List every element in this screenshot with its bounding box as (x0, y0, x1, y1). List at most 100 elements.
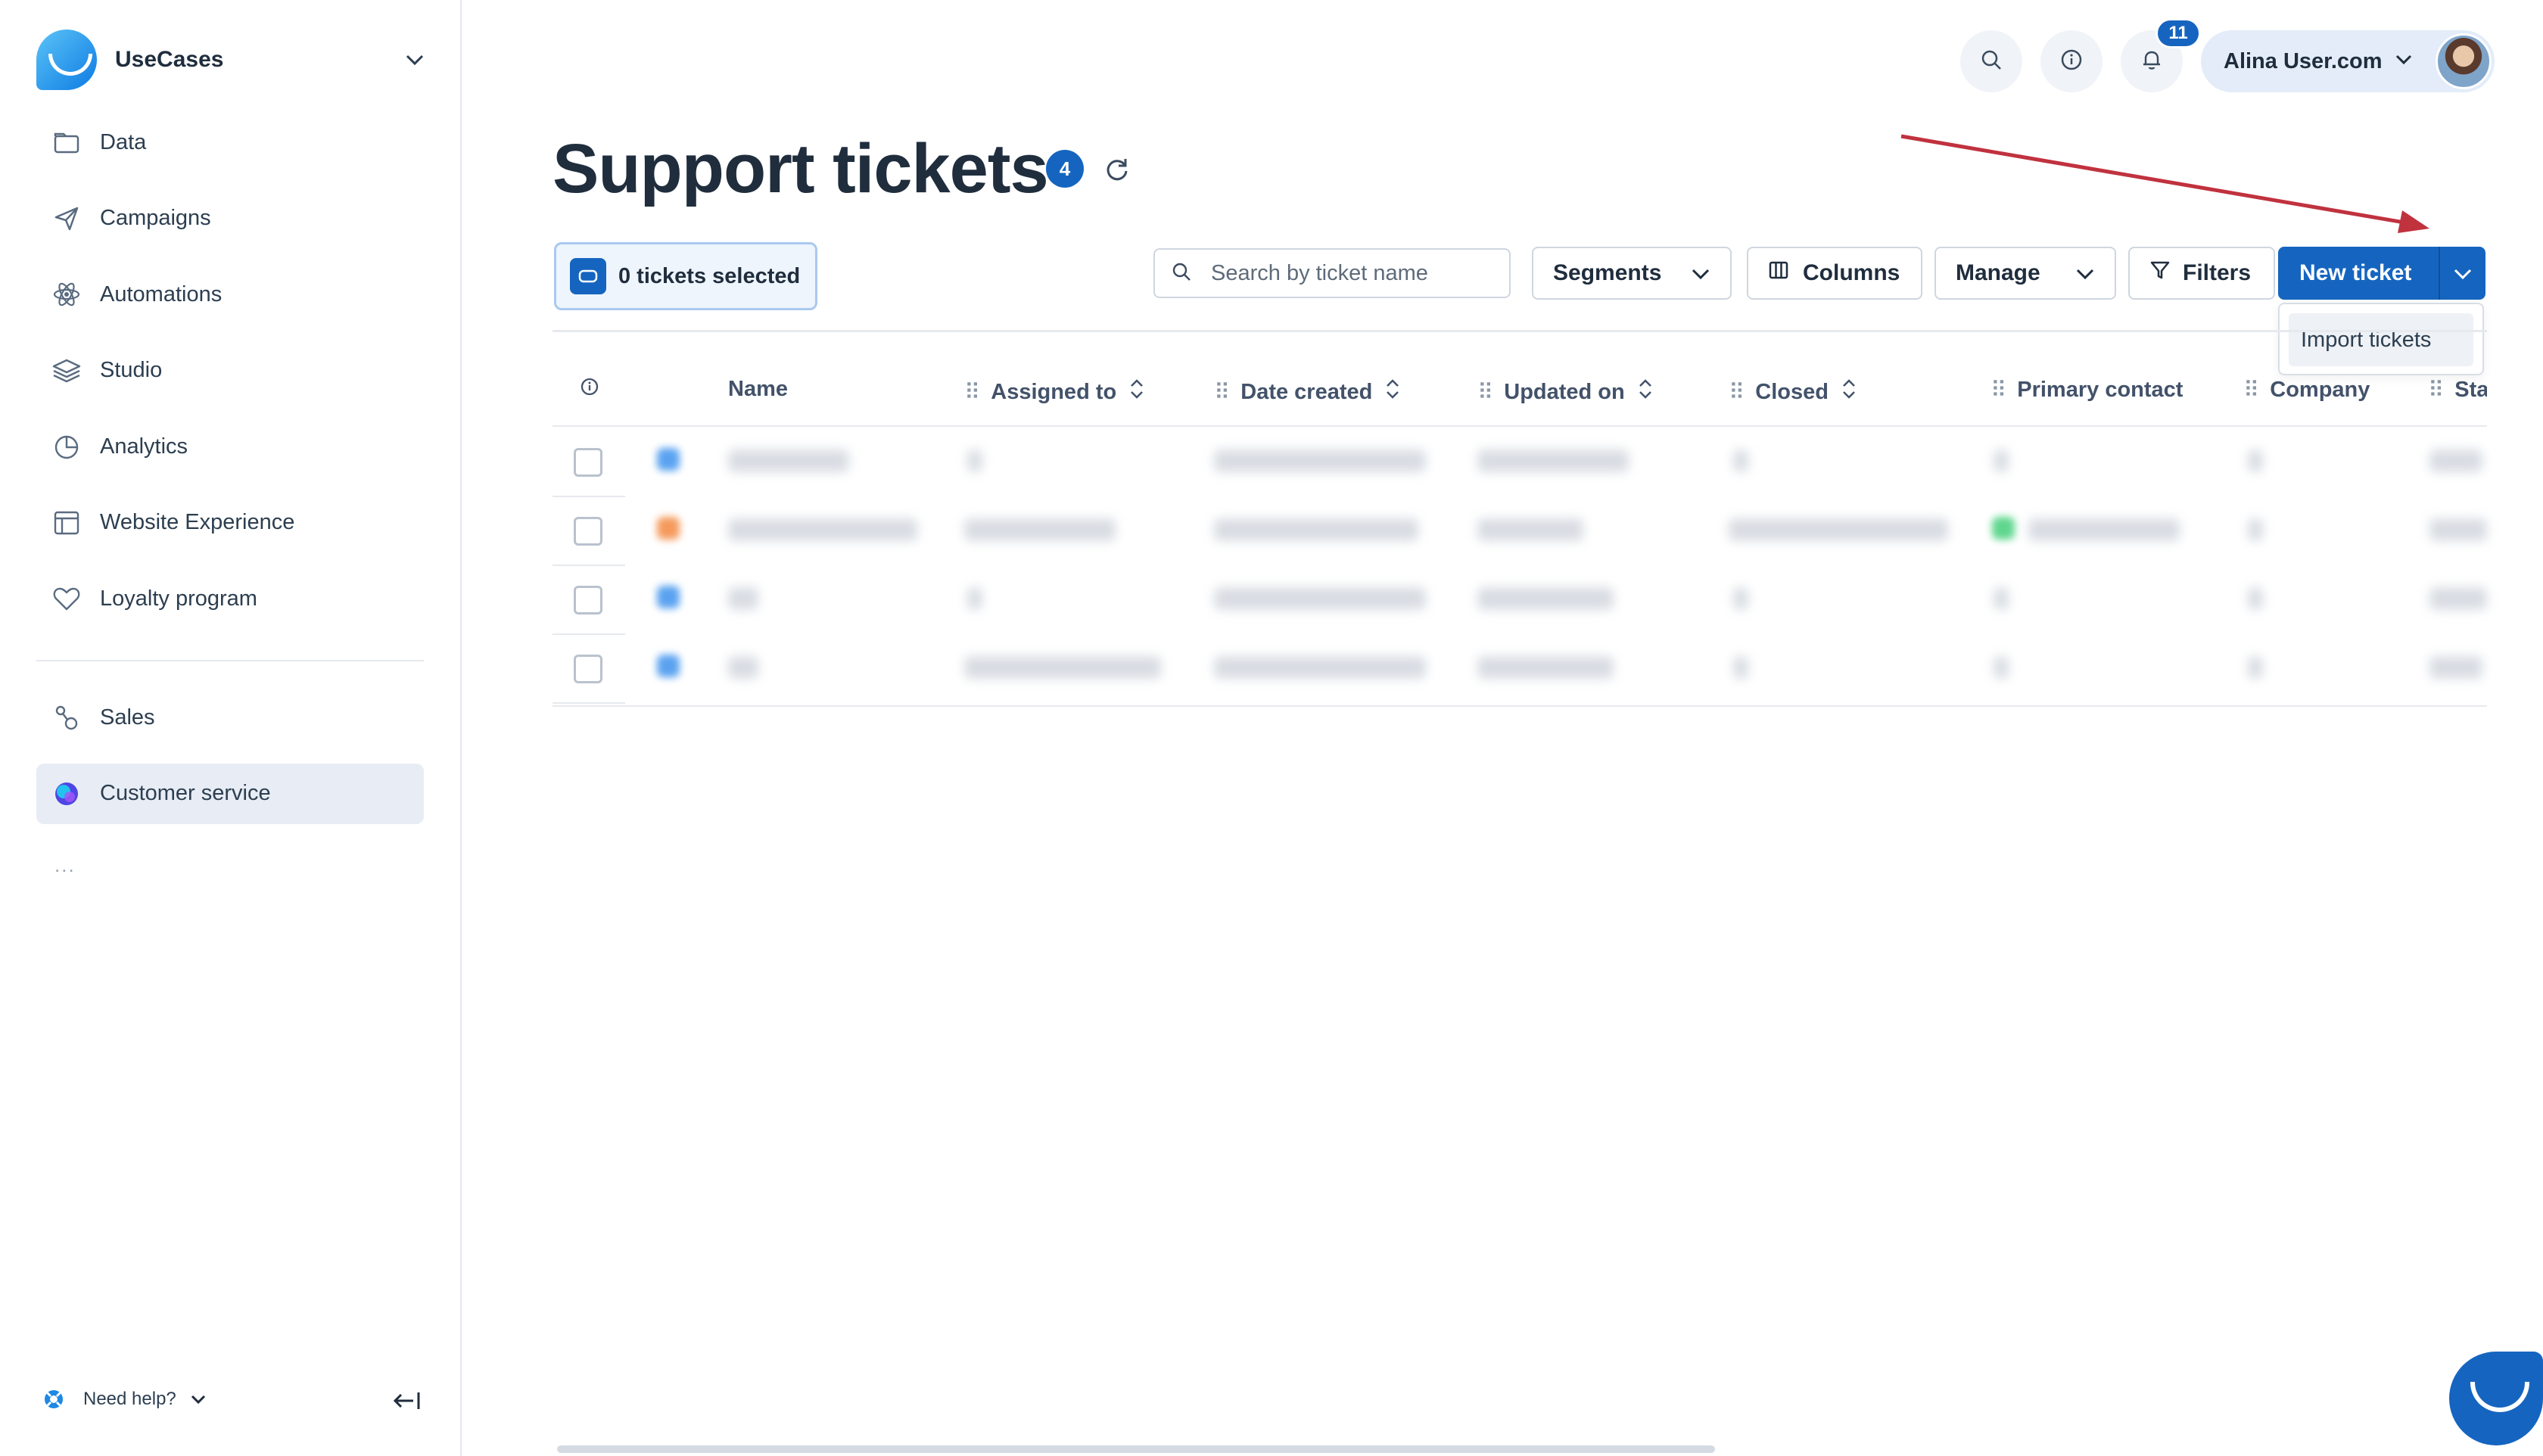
blurred-cell (2429, 518, 2487, 541)
blurred-cell (2248, 656, 2263, 679)
sidebar-item-customer-service[interactable]: Customer service (36, 763, 424, 824)
chevron-down-icon[interactable] (400, 45, 430, 75)
column-header-updated-on[interactable]: ⠿ Updated on (1477, 377, 1654, 407)
drag-handle-icon[interactable]: ⠿ (1214, 379, 1230, 406)
more-menu[interactable]: ... (54, 854, 76, 877)
sidebar: UseCases Data Campaigns Automations Stud… (0, 0, 462, 1456)
sidebar-item-label: Sales (100, 705, 155, 730)
chat-widget-button[interactable] (2449, 1352, 2543, 1445)
column-header-date-created[interactable]: ⠿ Date created (1214, 377, 1401, 407)
column-header-label: Primary contact (2017, 378, 2183, 402)
chevron-down-icon (2395, 54, 2413, 70)
drag-handle-icon[interactable]: ⠿ (1991, 377, 2006, 403)
column-header-company[interactable]: ⠿ Company (2243, 377, 2370, 403)
row-checkbox[interactable] (574, 448, 602, 477)
ticket-type-icon (657, 448, 680, 471)
blurred-cell (2429, 587, 2487, 610)
ticket-type-icon (657, 517, 680, 540)
segments-dropdown[interactable]: Segments (1532, 247, 1732, 300)
sidebar-item-studio[interactable]: Studio (36, 341, 424, 401)
column-header-assigned-to[interactable]: ⠿ Assigned to (964, 377, 1145, 407)
column-header-label: Sta (2454, 378, 2487, 402)
blurred-cell (728, 518, 917, 541)
column-settings-icon[interactable] (580, 377, 599, 397)
sidebar-item-label: Campaigns (100, 206, 211, 230)
table-row[interactable] (552, 566, 2487, 635)
chevron-down-icon (1691, 260, 1710, 286)
blurred-cell (2248, 450, 2263, 472)
table-row[interactable] (552, 635, 2487, 704)
column-header-name[interactable]: Name (728, 377, 788, 402)
sidebar-item-data[interactable]: Data (36, 112, 424, 173)
sidebar-item-automations[interactable]: Automations (36, 264, 424, 325)
sidebar-item-loyalty-program[interactable]: Loyalty program (36, 568, 424, 629)
sort-icon[interactable] (1637, 377, 1654, 407)
browser-window-icon (51, 508, 82, 538)
tickets-table-body (552, 428, 2487, 704)
avatar[interactable] (2436, 33, 2492, 89)
need-help-label: Need help? (83, 1389, 176, 1409)
filters-label: Filters (2183, 260, 2252, 285)
manage-dropdown[interactable]: Manage (1934, 247, 2116, 300)
row-checkbox[interactable] (574, 517, 602, 546)
sidebar-item-label: Website Experience (100, 510, 295, 534)
blurred-cell (1477, 656, 1614, 679)
column-header-label: Date created (1240, 379, 1373, 404)
sidebar-item-label: Customer service (100, 781, 271, 805)
import-tickets-menu-item[interactable]: Import tickets (2289, 313, 2473, 366)
new-ticket-button[interactable]: New ticket (2278, 247, 2485, 300)
drag-handle-icon[interactable]: ⠿ (1729, 379, 1745, 406)
drag-handle-icon[interactable]: ⠿ (1477, 379, 1493, 406)
sort-icon[interactable] (1841, 377, 1857, 407)
global-search-button[interactable] (1960, 30, 2022, 92)
blurred-cell (728, 450, 849, 472)
layers-icon (51, 356, 82, 386)
blurred-cell (1214, 518, 1418, 541)
drag-handle-icon[interactable]: ⠿ (2428, 377, 2444, 403)
ticket-count-badge: 4 (1046, 150, 1084, 188)
workspace-name: UseCases (115, 47, 224, 72)
column-header-status[interactable]: ⠿ Sta (2428, 377, 2487, 403)
column-header-closed[interactable]: ⠿ Closed (1729, 377, 1857, 407)
heart-badge-icon (51, 583, 82, 614)
horizontal-scrollbar-thumb[interactable] (557, 1445, 1715, 1453)
need-help-button[interactable]: Need help? (42, 1388, 207, 1411)
blurred-cell (1994, 450, 2009, 472)
row-checkbox[interactable] (574, 655, 602, 683)
column-header-label: Company (2270, 378, 2370, 402)
blurred-cell (2028, 518, 2180, 541)
sidebar-item-analytics[interactable]: Analytics (36, 416, 424, 477)
annotation-arrow (1900, 134, 2429, 233)
table-row[interactable] (552, 428, 2487, 497)
drag-handle-icon[interactable]: ⠿ (964, 379, 980, 406)
new-ticket-options-toggle[interactable] (2439, 247, 2485, 300)
column-header-primary-contact[interactable]: ⠿ Primary contact (1991, 377, 2183, 403)
collapse-sidebar-icon[interactable] (392, 1389, 422, 1412)
table-header: Name ⠿ Assigned to ⠿ Date created ⠿ Updated… (552, 363, 2487, 427)
sales-funnel-icon (51, 702, 82, 733)
filters-button[interactable]: Filters (2128, 247, 2275, 300)
selected-tickets-indicator[interactable]: 0 tickets selected (554, 242, 817, 310)
ticket-search[interactable] (1153, 248, 1511, 298)
workspace-switcher[interactable]: UseCases (36, 29, 430, 91)
search-input[interactable] (1211, 260, 1499, 286)
blurred-cell (1477, 518, 1583, 541)
filter-icon (2149, 260, 2171, 287)
segments-label: Segments (1553, 260, 1662, 285)
blurred-cell (2248, 587, 2263, 610)
row-checkbox[interactable] (574, 586, 602, 614)
sort-icon[interactable] (1384, 377, 1401, 407)
sidebar-item-website-experience[interactable]: Website Experience (36, 493, 424, 553)
table-row[interactable] (552, 497, 2487, 566)
refresh-icon[interactable] (1102, 154, 1132, 185)
sort-icon[interactable] (1128, 377, 1145, 407)
user-menu[interactable]: Alina User.com (2201, 30, 2495, 92)
drag-handle-icon[interactable]: ⠿ (2243, 377, 2259, 403)
info-button[interactable] (2040, 30, 2103, 92)
columns-button[interactable]: Columns (1747, 247, 1922, 300)
sidebar-item-sales[interactable]: Sales (36, 687, 424, 748)
blurred-cell (1214, 656, 1426, 679)
sidebar-item-campaigns[interactable]: Campaigns (36, 188, 424, 249)
contact-avatar-icon (1992, 517, 2015, 540)
pie-chart-icon (51, 431, 82, 462)
